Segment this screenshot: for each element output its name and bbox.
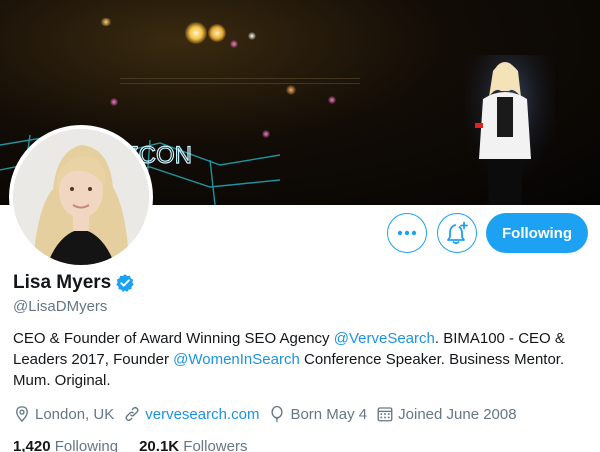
profile-meta: London, UK vervesearch.com Born May 4 Jo… [13, 404, 593, 424]
mention-link[interactable]: @VerveSearch [334, 330, 435, 347]
follow-stats: 1,420 Following 20.1K Followers [13, 436, 593, 452]
followers-count: 20.1K [139, 437, 180, 452]
calendar-icon [377, 407, 393, 422]
stage-light [110, 98, 118, 106]
mention-link[interactable]: @WomenInSearch [173, 351, 300, 368]
stage-light [328, 96, 336, 104]
stage-light [208, 24, 226, 42]
handle: @LisaDMyers [13, 298, 108, 315]
stage-light [230, 40, 238, 48]
more-button[interactable] [387, 213, 427, 253]
avatar[interactable] [9, 125, 153, 269]
stage-light [248, 32, 256, 40]
following-button[interactable]: Following [486, 213, 588, 253]
link-icon [125, 406, 139, 422]
profile-info: Lisa Myers @LisaDMyers CEO & Founder of … [13, 270, 593, 452]
verified-badge-icon [116, 274, 134, 292]
avatar-photo [13, 129, 149, 265]
name-row: Lisa Myers [13, 270, 593, 296]
profile-actions: Following [377, 213, 588, 253]
bell-plus-icon [447, 221, 468, 245]
birthday: Born May 4 [268, 405, 367, 423]
location: London, UK [13, 405, 114, 423]
notifications-button[interactable] [437, 213, 477, 253]
bio-text: CEO & Founder of Award Winning SEO Agenc… [13, 330, 334, 347]
following-stat[interactable]: 1,420 Following [13, 438, 118, 452]
following-count: 1,420 [13, 437, 51, 452]
join-date: Joined June 2008 [376, 405, 517, 423]
birthday-text: Born May 4 [290, 405, 368, 423]
website: vervesearch.com [123, 405, 259, 423]
location-text: London, UK [35, 405, 115, 423]
balloon-icon [271, 405, 284, 423]
joined-text: Joined June 2008 [398, 405, 517, 423]
followers-label: Followers [183, 437, 248, 452]
location-pin-icon [16, 406, 28, 423]
stage-light [185, 22, 207, 44]
website-link[interactable]: vervesearch.com [145, 406, 259, 423]
more-icon [397, 230, 417, 236]
bio: CEO & Founder of Award Winning SEO Agenc… [13, 328, 583, 391]
speaker-figure [465, 55, 555, 205]
display-name: Lisa Myers [13, 272, 112, 293]
following-label: Following [54, 437, 119, 452]
followers-stat[interactable]: 20.1K Followers [139, 438, 247, 452]
stage-light [100, 18, 112, 26]
lighting-truss [120, 78, 360, 84]
stage-light [286, 85, 296, 95]
